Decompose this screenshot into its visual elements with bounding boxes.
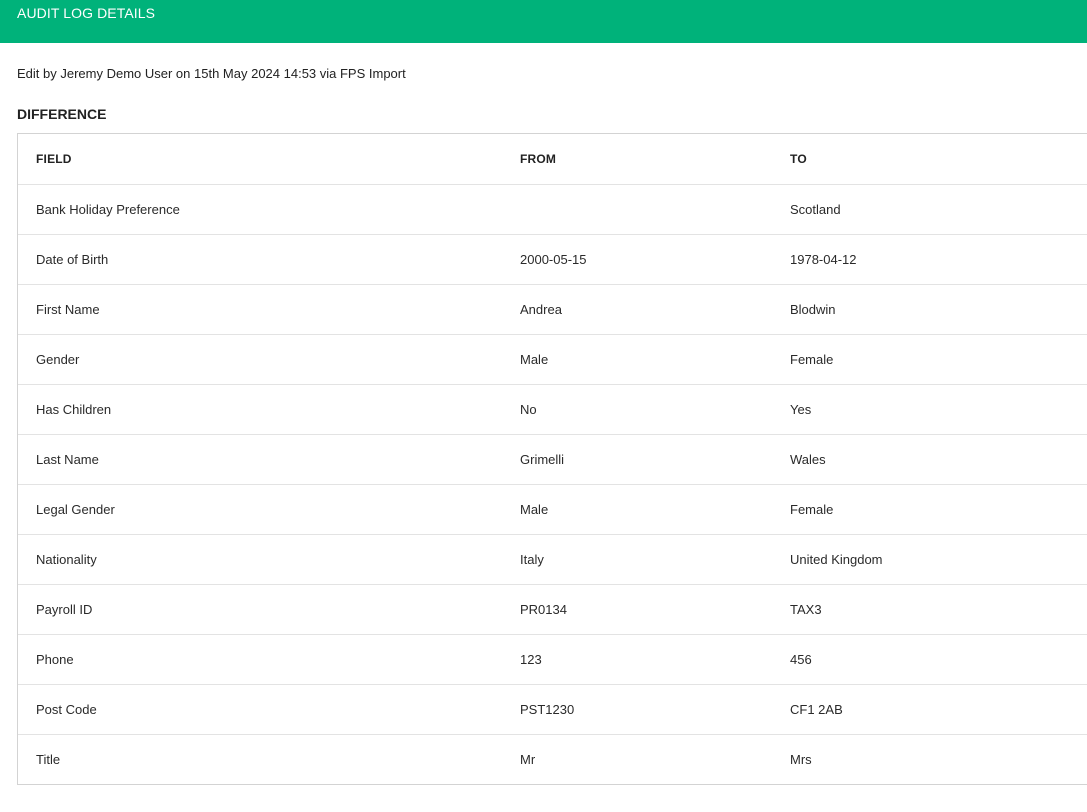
field-cell: First Name bbox=[18, 284, 520, 335]
table-row: Payroll ID PR0134 TAX3 bbox=[18, 584, 1087, 635]
to-cell: CF1 2AB bbox=[790, 684, 1087, 735]
column-header-field: FIELD bbox=[18, 134, 520, 185]
modal-title: AUDIT LOG DETAILS bbox=[17, 5, 156, 21]
to-cell: Scotland bbox=[790, 184, 1087, 235]
field-cell: Post Code bbox=[18, 684, 520, 735]
table-row: Has Children No Yes bbox=[18, 384, 1087, 435]
from-cell: Andrea bbox=[520, 284, 790, 335]
to-cell: 456 bbox=[790, 634, 1087, 685]
to-cell: United Kingdom bbox=[790, 534, 1087, 585]
difference-table: FIELD FROM TO Bank Holiday Preference Sc… bbox=[17, 133, 1087, 785]
from-cell: No bbox=[520, 384, 790, 435]
to-cell: TAX3 bbox=[790, 584, 1087, 635]
table-header-row: FIELD FROM TO bbox=[18, 134, 1087, 185]
table-row: Gender Male Female bbox=[18, 334, 1087, 385]
to-cell: Yes bbox=[790, 384, 1087, 435]
table-row: Title Mr Mrs bbox=[18, 734, 1087, 784]
field-cell: Payroll ID bbox=[18, 584, 520, 635]
from-cell: Mr bbox=[520, 751, 536, 767]
table-row: Phone 123 456 bbox=[18, 634, 1087, 685]
table-row: Nationality Italy United Kingdom bbox=[18, 534, 1087, 585]
field-cell: Date of Birth bbox=[18, 234, 520, 285]
from-cell: Male bbox=[520, 334, 790, 385]
field-cell: Phone bbox=[18, 634, 520, 685]
from-cell: PR0134 bbox=[520, 584, 790, 635]
field-cell: Nationality bbox=[18, 534, 520, 585]
to-cell: 1978-04-12 bbox=[790, 234, 1087, 285]
table-row: Legal Gender Male Female bbox=[18, 484, 1087, 535]
from-cell: PST1230 bbox=[520, 684, 790, 735]
to-cell: Mrs bbox=[790, 751, 812, 767]
from-cell: Grimelli bbox=[520, 434, 790, 485]
table-row: Last Name Grimelli Wales bbox=[18, 434, 1087, 485]
difference-heading: DIFFERENCE bbox=[17, 106, 107, 122]
field-cell: Title bbox=[36, 751, 61, 767]
from-cell: 2000-05-15 bbox=[520, 234, 790, 285]
field-cell: Gender bbox=[18, 334, 520, 385]
to-cell: Wales bbox=[790, 434, 1087, 485]
to-cell: Blodwin bbox=[790, 284, 1087, 335]
to-cell: Female bbox=[790, 334, 1087, 385]
column-header-from: FROM bbox=[520, 134, 790, 185]
to-cell: Female bbox=[790, 484, 1087, 535]
table-row: First Name Andrea Blodwin bbox=[18, 284, 1087, 335]
table-row: Date of Birth 2000-05-15 1978-04-12 bbox=[18, 234, 1087, 285]
from-cell bbox=[520, 184, 790, 235]
from-cell: Italy bbox=[520, 534, 790, 585]
field-cell: Bank Holiday Preference bbox=[18, 184, 520, 235]
field-cell: Has Children bbox=[18, 384, 520, 435]
column-header-to: TO bbox=[790, 134, 1087, 185]
from-cell: Male bbox=[520, 484, 790, 535]
table-row: Post Code PST1230 CF1 2AB bbox=[18, 684, 1087, 735]
modal-header: AUDIT LOG DETAILS bbox=[0, 0, 1087, 43]
from-cell: 123 bbox=[520, 634, 790, 685]
table-row: Bank Holiday Preference Scotland bbox=[18, 184, 1087, 235]
field-cell: Legal Gender bbox=[18, 484, 520, 535]
field-cell: Last Name bbox=[18, 434, 520, 485]
audit-summary: Edit by Jeremy Demo User on 15th May 202… bbox=[17, 66, 406, 81]
